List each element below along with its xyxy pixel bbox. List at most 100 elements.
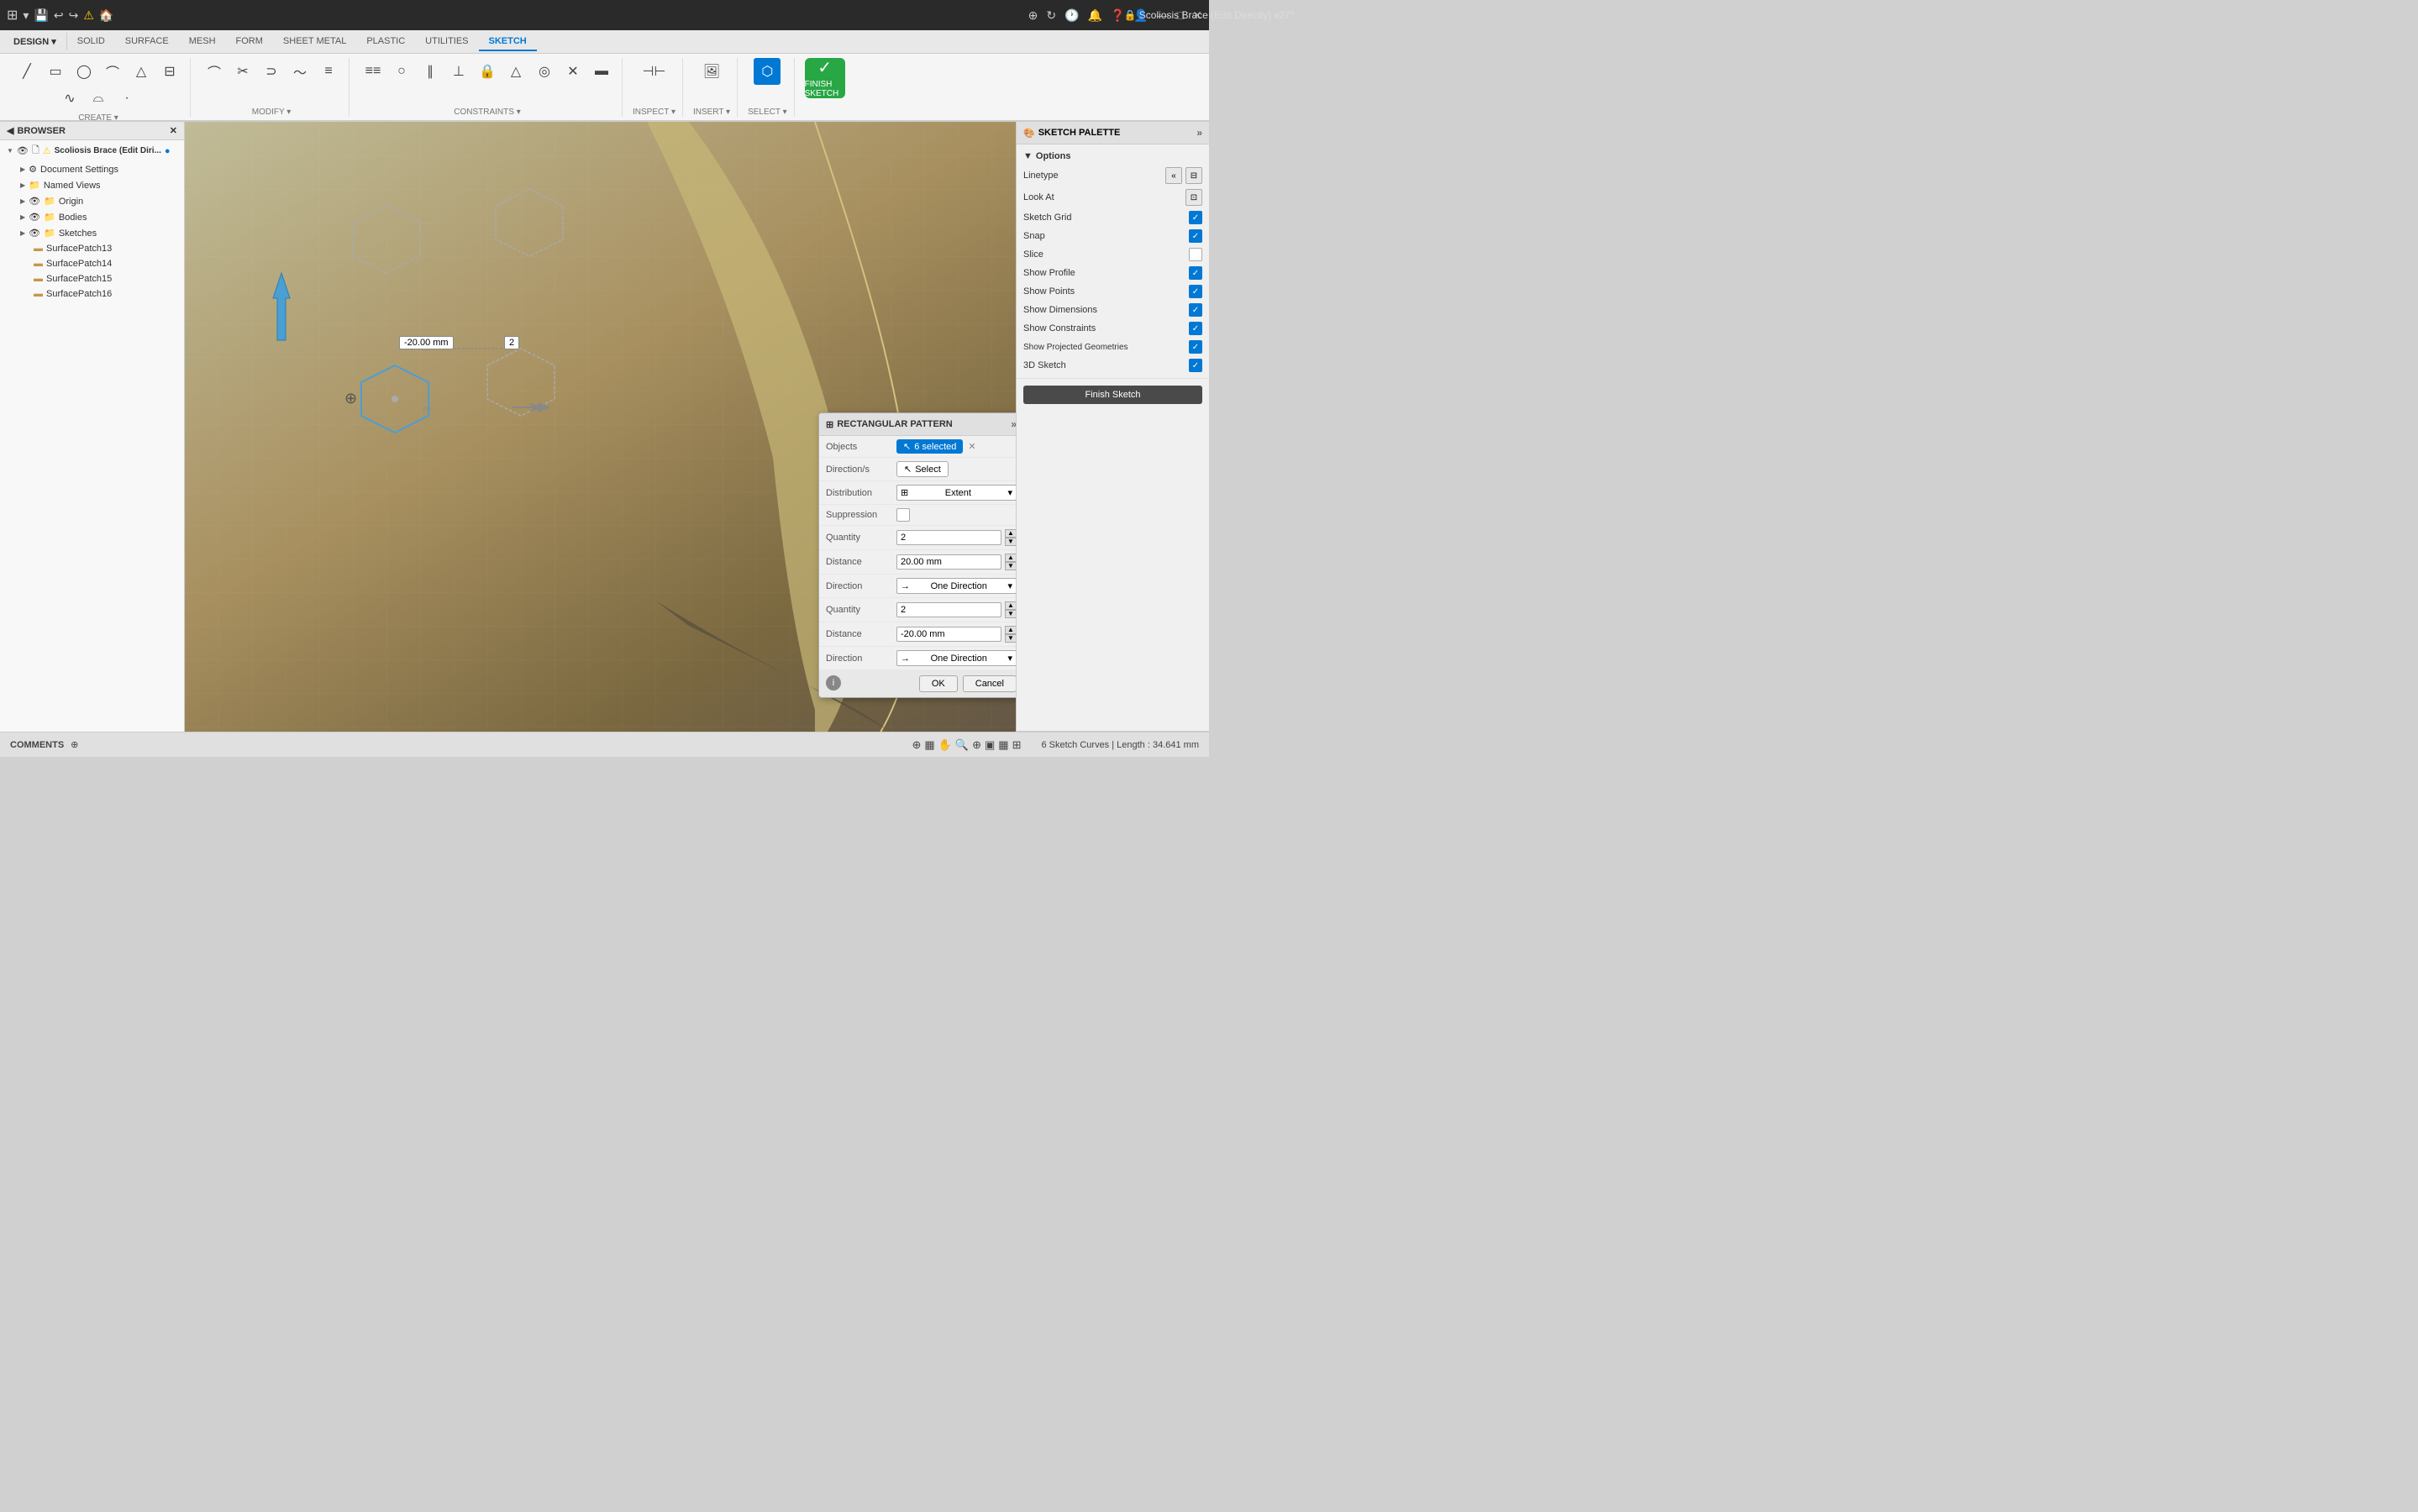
tab-sketch[interactable]: SKETCH (479, 33, 537, 51)
sidebar-item-doc-settings[interactable]: ▶ ⚙ Document Settings (0, 161, 184, 177)
qty2-spinner[interactable]: ▲ ▼ (1005, 601, 1017, 618)
tab-form[interactable]: FORM (226, 33, 273, 51)
more-icon[interactable]: ⊞ (1012, 738, 1022, 752)
objects-selected-btn[interactable]: ↖ 6 selected (896, 439, 963, 454)
design-dropdown[interactable]: DESIGN ▾ (3, 33, 67, 50)
direction-select-btn[interactable]: ↖ Select (896, 461, 949, 477)
triangle-tool[interactable]: △ (128, 58, 155, 85)
dist2-input[interactable] (896, 627, 1001, 642)
extend-tool[interactable]: ⊃ (258, 58, 285, 85)
qty1-spinner[interactable]: ▲ ▼ (1005, 529, 1017, 546)
sidebar-item-root[interactable]: ▼ 👁 🗋 ⚠ Scoliosis Brace (Edit Diri... ● (0, 140, 184, 161)
sync-icon[interactable]: ↻ (1046, 8, 1056, 23)
linetype-right-icon[interactable]: ⊟ (1185, 167, 1202, 184)
browser-close-icon[interactable]: ✕ (170, 125, 177, 136)
show-constraints-checkbox[interactable]: ✓ (1189, 322, 1202, 335)
spline-tool[interactable]: ∿ (56, 85, 83, 112)
circle-constraint[interactable]: ○ (388, 58, 415, 85)
rect-constraint[interactable]: ▬ (588, 58, 615, 85)
dist1-spinner[interactable]: ▲ ▼ (1005, 554, 1017, 570)
circle-tool[interactable]: ◯ (71, 58, 97, 85)
dist2-down-btn[interactable]: ▼ (1005, 634, 1017, 643)
notification-icon[interactable]: 🔔 (1087, 8, 1101, 23)
options-title[interactable]: ▼ Options (1023, 148, 1202, 165)
offset-tool[interactable]: ≡ (315, 58, 342, 85)
sidebar-item-sp14[interactable]: ▬ SurfacePatch14 (0, 256, 184, 271)
show-points-checkbox[interactable]: ✓ (1189, 285, 1202, 298)
qty2-down-btn[interactable]: ▼ (1005, 610, 1017, 618)
rectangle-tool[interactable]: ▭ (42, 58, 69, 85)
tab-solid[interactable]: SOLID (67, 33, 115, 51)
grid-icon[interactable]: ▦ (924, 738, 934, 752)
slot-tool[interactable]: ⊟ (156, 58, 183, 85)
cross-constraint[interactable]: ✕ (560, 58, 586, 85)
perp-constraint[interactable]: ⊥ (445, 58, 472, 85)
tab-surface[interactable]: SURFACE (115, 33, 179, 51)
tab-utilities[interactable]: UTILITIES (415, 33, 478, 51)
finish-sketch-palette-btn[interactable]: Finish Sketch (1023, 386, 1202, 404)
sketch-grid-checkbox[interactable]: ✓ (1189, 211, 1202, 224)
3d-sketch-checkbox[interactable]: ✓ (1189, 359, 1202, 372)
zoom-icon[interactable]: ⊕ (972, 738, 981, 752)
qty1-up-btn[interactable]: ▲ (1005, 529, 1017, 538)
trim-tool[interactable]: ✂ (229, 58, 256, 85)
show-dimensions-checkbox[interactable]: ✓ (1189, 303, 1202, 317)
tri-constraint[interactable]: △ (502, 58, 529, 85)
comments-label[interactable]: COMMENTS (10, 740, 64, 750)
browser-collapse-icon[interactable]: ◀ (7, 125, 13, 136)
select-tool[interactable]: ⬡ (754, 58, 781, 85)
break-tool[interactable]: 〜 (286, 58, 313, 85)
sidebar-item-sp13[interactable]: ▬ SurfacePatch13 (0, 241, 184, 256)
dist1-down-btn[interactable]: ▼ (1005, 562, 1017, 570)
sidebar-item-sp15[interactable]: ▬ SurfacePatch15 (0, 271, 184, 286)
sidebar-item-named-views[interactable]: ▶ 📁 Named Views (0, 177, 184, 193)
show-profile-checkbox[interactable]: ✓ (1189, 266, 1202, 280)
slice-checkbox[interactable] (1189, 248, 1202, 261)
tab-sheet-metal[interactable]: SHEET METAL (273, 33, 356, 51)
app-grid-icon[interactable]: ⊞ (7, 7, 18, 24)
qty1-input[interactable] (896, 530, 1001, 545)
look-at-icon[interactable]: ⊡ (1185, 189, 1202, 206)
undo-icon[interactable]: ↩ (54, 8, 64, 23)
tab-plastic[interactable]: PLASTIC (356, 33, 415, 51)
hand-icon[interactable]: ✋ (938, 738, 952, 752)
sidebar-item-sp16[interactable]: ▬ SurfacePatch16 (0, 286, 184, 302)
objects-clear-icon[interactable]: ✕ (968, 441, 975, 452)
dist1-up-btn[interactable]: ▲ (1005, 554, 1017, 562)
qty1-down-btn[interactable]: ▼ (1005, 538, 1017, 546)
suppression-checkbox[interactable] (896, 508, 910, 522)
fillet-tool[interactable]: ⌒ (201, 58, 228, 85)
cancel-button[interactable]: Cancel (963, 675, 1017, 692)
qty2-up-btn[interactable]: ▲ (1005, 601, 1017, 610)
clock-icon[interactable]: 🕐 (1064, 8, 1079, 23)
parallel-constraint[interactable]: ∥ (417, 58, 444, 85)
point-tool[interactable]: · (113, 85, 140, 112)
finish-sketch-btn-large[interactable]: ✓ FINISH SKETCH (805, 58, 845, 98)
qty2-input[interactable] (896, 602, 1001, 617)
tab-mesh[interactable]: MESH (179, 33, 226, 51)
line-tool[interactable]: ╱ (13, 58, 40, 85)
show-projected-checkbox[interactable]: ✓ (1189, 340, 1202, 354)
sidebar-item-sketches[interactable]: ▶ 👁 📁 Sketches (0, 225, 184, 241)
view-mode-icon[interactable]: ▣ (985, 738, 995, 752)
save-icon[interactable]: 💾 (34, 8, 48, 23)
home-icon[interactable]: 🏠 (99, 8, 113, 23)
measure-tool[interactable]: ⊣⊢ (640, 58, 667, 85)
display-icon[interactable]: ▦ (998, 738, 1008, 752)
snap-checkbox[interactable]: ✓ (1189, 229, 1202, 243)
app-menu-icon[interactable]: ▾ (23, 8, 29, 23)
info-btn[interactable]: i (826, 675, 841, 690)
comments-add-icon[interactable]: ⊕ (71, 739, 78, 750)
arc-tool[interactable]: ⌒ (99, 58, 126, 85)
ok-button[interactable]: OK (919, 675, 958, 692)
hatch-tool[interactable]: ≡≡ (360, 58, 386, 85)
dist1-input[interactable] (896, 554, 1001, 570)
dir1-select[interactable]: → One Direction ▾ (896, 578, 1017, 594)
ring-constraint[interactable]: ◎ (531, 58, 558, 85)
dir2-select[interactable]: → One Direction ▾ (896, 650, 1017, 666)
dist2-up-btn[interactable]: ▲ (1005, 626, 1017, 634)
magnify-icon[interactable]: 🔍 (955, 738, 969, 752)
nav-icons[interactable]: ⊕ (912, 738, 922, 752)
dist2-spinner[interactable]: ▲ ▼ (1005, 626, 1017, 643)
sidebar-item-origin[interactable]: ▶ 👁 📁 Origin (0, 193, 184, 209)
